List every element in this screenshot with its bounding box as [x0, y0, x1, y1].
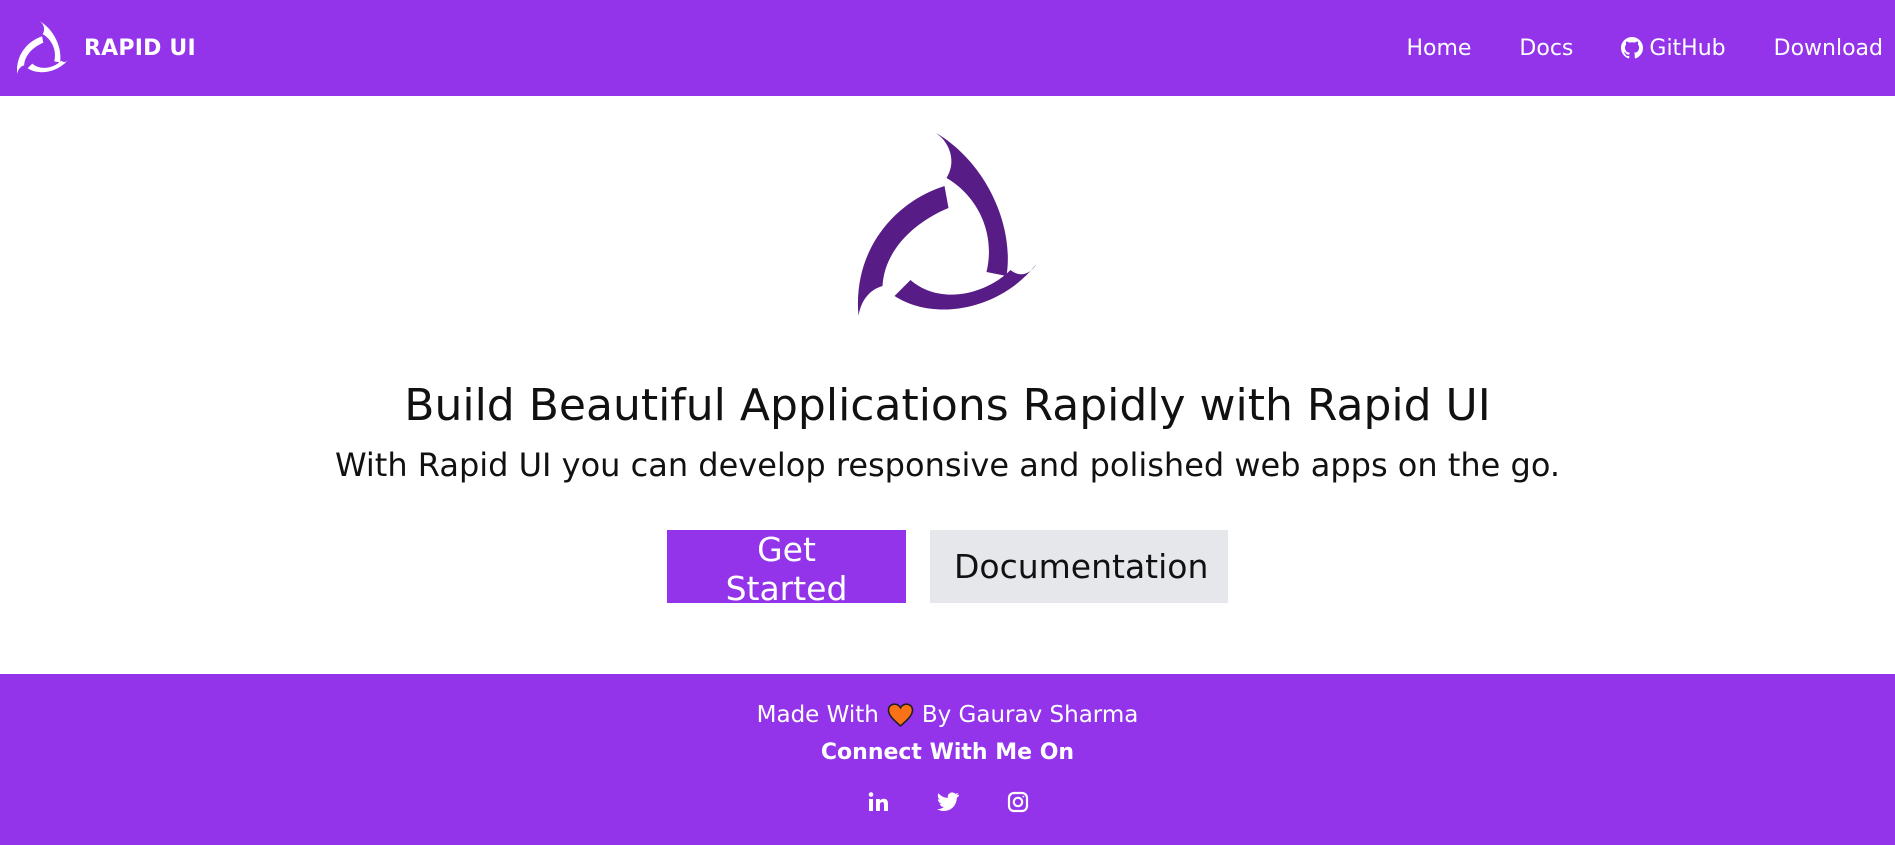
twitter-icon — [936, 792, 959, 811]
nav-github-link[interactable]: GitHub — [1621, 35, 1726, 61]
instagram-link[interactable] — [1006, 790, 1030, 814]
hero-section: Build Beautiful Applications Rapidly wit… — [0, 96, 1895, 674]
hero-subtitle: With Rapid UI you can develop responsive… — [334, 446, 1561, 484]
nav-links: Home Docs GitHub Download — [1406, 36, 1883, 61]
made-with-line: Made With By Gaurav Sharma — [0, 702, 1895, 728]
heart-icon — [887, 703, 914, 727]
github-icon — [1621, 37, 1644, 59]
social-links — [0, 790, 1895, 814]
footer: Made With By Gaurav Sharma Connect With … — [0, 674, 1895, 845]
made-with-text: Made With — [756, 702, 879, 728]
nav-download-link[interactable]: Download — [1774, 36, 1883, 61]
get-started-button[interactable]: Get Started — [667, 530, 906, 608]
top-navbar: RAPID UI Home Docs GitHub Download — [0, 0, 1895, 96]
hero-title: Build Beautiful Applications Rapidly wit… — [404, 380, 1491, 431]
nav-docs-link[interactable]: Docs — [1519, 36, 1573, 61]
brand-link[interactable]: RAPID UI — [16, 18, 196, 78]
rapid-ui-logo-icon — [847, 126, 1062, 326]
author-text: By Gaurav Sharma — [921, 702, 1139, 728]
instagram-icon — [1007, 791, 1028, 813]
linkedin-link[interactable] — [866, 790, 890, 814]
nav-download-label: Download — [1773, 35, 1883, 61]
linkedin-icon — [868, 792, 888, 811]
nav-home-link[interactable]: Home — [1406, 36, 1471, 61]
nav-docs-label: Docs — [1519, 35, 1574, 61]
brand-name: RAPID UI — [84, 35, 196, 61]
twitter-link[interactable] — [936, 790, 960, 814]
nav-github-label: GitHub — [1649, 35, 1726, 61]
nav-home-label: Home — [1406, 35, 1472, 61]
documentation-button[interactable]: Documentation — [930, 530, 1228, 603]
connect-heading: Connect With Me On — [820, 740, 1075, 765]
rapid-ui-logo-icon — [16, 18, 74, 78]
hero-actions: Get Started Documentation — [0, 530, 1895, 608]
